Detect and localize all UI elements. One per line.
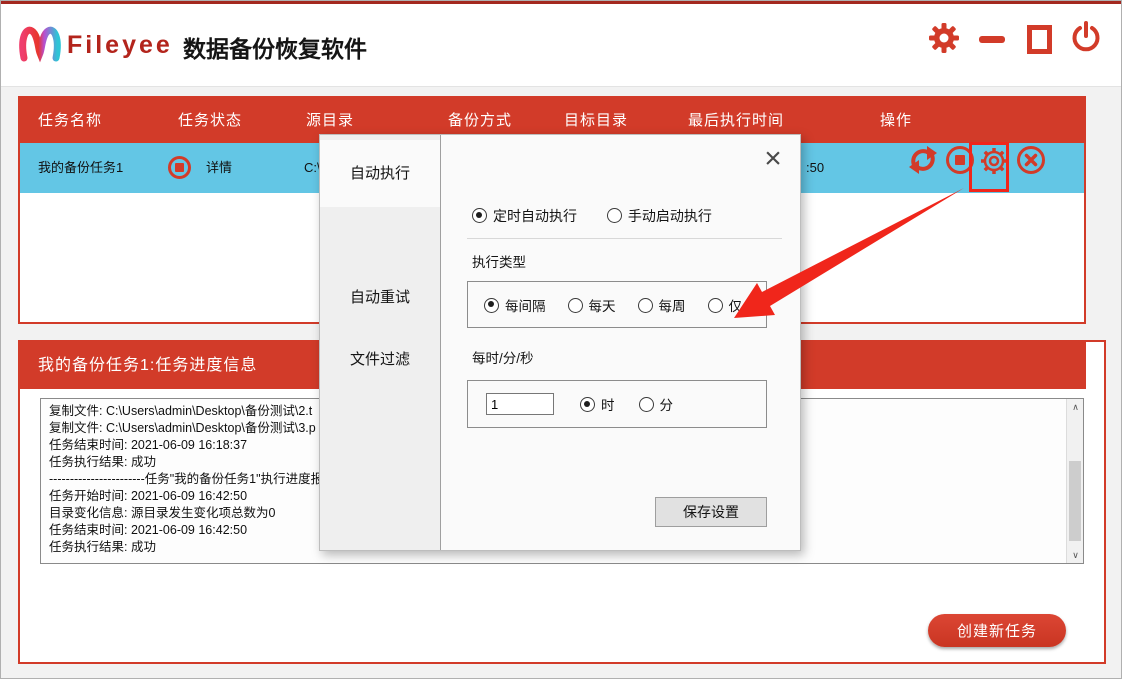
radio-timed-auto-execute[interactable]: 定时自动执行	[472, 208, 577, 224]
stop-task-button[interactable]	[943, 143, 977, 180]
radio-icon	[607, 208, 622, 223]
divider	[467, 238, 782, 239]
radio-icon	[580, 397, 595, 412]
scroll-up-icon[interactable]: ∧	[1067, 399, 1084, 415]
interval-groupbox: 时 分	[467, 380, 767, 428]
minus-icon	[979, 36, 1005, 43]
status-stop-icon	[168, 156, 191, 179]
radio-icon	[638, 298, 653, 313]
delete-icon	[1014, 165, 1048, 180]
radio-every-day[interactable]: 每天	[568, 295, 616, 315]
save-settings-button[interactable]: 保存设置	[655, 497, 767, 527]
task-settings-button[interactable]	[976, 143, 1012, 182]
brand-name: Fileyee	[67, 31, 173, 60]
app-logo-icon	[17, 22, 63, 69]
task-settings-dialog: 自动执行 自动重试 文件过滤 × 定时自动执行 手动启动执行 执行类型 每间隔 …	[319, 134, 801, 551]
radio-unit-hour[interactable]: 时	[580, 394, 615, 414]
gear-icon	[927, 21, 961, 58]
radio-icon	[568, 298, 583, 313]
minimize-button[interactable]	[975, 20, 1009, 58]
scroll-down-icon[interactable]: ∨	[1067, 547, 1084, 563]
interval-label: 每时/分/秒	[472, 347, 534, 367]
delete-task-button[interactable]	[1014, 143, 1048, 180]
task-name: 我的备份任务1	[38, 143, 123, 193]
column-actions: 操作	[880, 98, 912, 143]
radio-only-once[interactable]: 仅一次	[708, 295, 770, 315]
column-task-status: 任务状态	[178, 98, 242, 143]
run-sync-button[interactable]	[906, 143, 940, 180]
radio-every-interval[interactable]: 每间隔	[484, 295, 546, 315]
dialog-sidebar: 自动执行 自动重试 文件过滤	[320, 135, 441, 550]
gear-icon	[976, 167, 1012, 182]
maximize-button[interactable]	[1022, 20, 1056, 58]
power-icon	[1070, 21, 1102, 58]
radio-icon	[472, 208, 487, 223]
status-details-link[interactable]: 详情	[206, 143, 232, 193]
tab-auto-execute[interactable]: 自动执行	[320, 140, 440, 207]
last-run-value: :50	[806, 143, 824, 193]
interval-value-input[interactable]	[486, 393, 554, 415]
radio-icon	[708, 298, 723, 313]
radio-every-week[interactable]: 每周	[638, 295, 686, 315]
trigger-radio-group: 定时自动执行 手动启动执行	[472, 206, 738, 226]
title-bar: Fileyee 数据备份恢复软件	[1, 1, 1121, 87]
square-icon	[1027, 25, 1052, 54]
radio-unit-minute[interactable]: 分	[639, 394, 674, 414]
column-task-name: 任务名称	[38, 98, 102, 143]
radio-icon	[484, 298, 499, 313]
stop-icon	[943, 165, 977, 180]
progress-panel-title: 我的备份任务1:任务进度信息	[38, 342, 257, 389]
tab-auto-retry[interactable]: 自动重试	[320, 267, 440, 329]
scrollbar-thumb[interactable]	[1069, 461, 1081, 541]
close-app-button[interactable]	[1069, 20, 1103, 58]
settings-button[interactable]	[927, 20, 961, 58]
exec-type-label: 执行类型	[472, 251, 526, 271]
sync-icon	[906, 165, 940, 180]
radio-icon	[639, 397, 654, 412]
exec-type-groupbox: 每间隔 每天 每周 仅一次	[467, 281, 767, 328]
dialog-close-button[interactable]: ×	[756, 141, 790, 177]
app-window: Fileyee 数据备份恢复软件	[0, 0, 1122, 679]
create-task-button[interactable]: 创建新任务	[928, 614, 1066, 647]
log-scrollbar[interactable]: ∧ ∨	[1066, 399, 1083, 563]
app-title: 数据备份恢复软件	[183, 30, 367, 64]
radio-manual-execute[interactable]: 手动启动执行	[607, 208, 712, 224]
tab-file-filter[interactable]: 文件过滤	[320, 329, 440, 391]
